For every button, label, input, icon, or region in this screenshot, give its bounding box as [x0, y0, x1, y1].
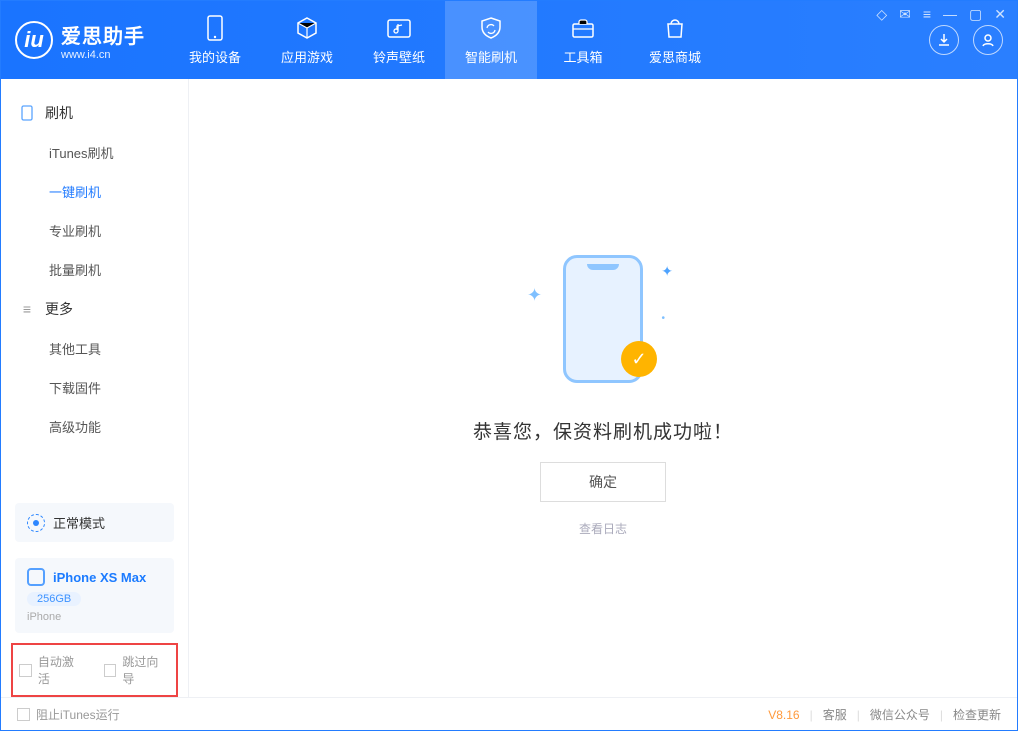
- mode-icon: [27, 514, 45, 532]
- sidebar-item-onekey[interactable]: 一键刷机: [1, 172, 188, 211]
- list-icon: ≡: [19, 301, 35, 317]
- tab-ringtone[interactable]: 铃声壁纸: [353, 1, 445, 79]
- tab-apps[interactable]: 应用游戏: [261, 1, 353, 79]
- menu-icon[interactable]: ≡: [923, 6, 931, 23]
- update-link[interactable]: 检查更新: [953, 706, 1001, 723]
- toolbox-icon: [570, 15, 596, 41]
- main-tabs: 我的设备 应用游戏 铃声壁纸 智能刷机 工具箱 爱思商城: [169, 1, 721, 79]
- success-illustration: ✦✦• ✓: [503, 239, 703, 399]
- window-controls: ◇ ✉ ≡ — ▢ ✕: [876, 6, 1006, 23]
- mode-card: 正常模式: [15, 503, 174, 542]
- success-message: 恭喜您，保资料刷机成功啦！: [473, 417, 733, 444]
- sidebar-section-flash: 刷机: [1, 93, 188, 133]
- phone-icon: [202, 15, 228, 41]
- checkbox-block-itunes[interactable]: 阻止iTunes运行: [17, 706, 120, 723]
- refresh-shield-icon: [478, 15, 504, 41]
- pin-icon[interactable]: ◇: [876, 6, 887, 23]
- support-link[interactable]: 客服: [823, 706, 847, 723]
- bag-icon: [662, 15, 688, 41]
- checkbox-skip-guide[interactable]: 跳过向导: [104, 653, 171, 687]
- music-folder-icon: [386, 15, 412, 41]
- mode-label: 正常模式: [53, 513, 105, 532]
- maximize-icon[interactable]: ▢: [969, 6, 982, 23]
- main-content: ✦✦• ✓ 恭喜您，保资料刷机成功啦！ 确定 查看日志: [189, 79, 1017, 697]
- sidebar-item-pro[interactable]: 专业刷机: [1, 211, 188, 250]
- checkbox-auto-activate[interactable]: 自动激活: [19, 653, 86, 687]
- device-small-icon: [19, 105, 35, 121]
- device-card[interactable]: iPhone XS Max 256GB iPhone: [15, 558, 174, 633]
- close-icon[interactable]: ✕: [994, 6, 1006, 23]
- sidebar-section-more: ≡ 更多: [1, 289, 188, 329]
- wechat-link[interactable]: 微信公众号: [870, 706, 930, 723]
- ok-button[interactable]: 确定: [540, 462, 666, 502]
- device-icon: [27, 568, 45, 586]
- sidebar-item-other[interactable]: 其他工具: [1, 329, 188, 368]
- logo-icon: iu: [15, 21, 53, 59]
- footer: 阻止iTunes运行 V8.16 | 客服 | 微信公众号 | 检查更新: [1, 697, 1017, 731]
- highlighted-options: 自动激活 跳过向导: [11, 643, 178, 697]
- sidebar-item-firmware[interactable]: 下载固件: [1, 368, 188, 407]
- app-subtitle: www.i4.cn: [61, 49, 145, 61]
- device-name: iPhone XS Max: [53, 570, 146, 585]
- tab-device[interactable]: 我的设备: [169, 1, 261, 79]
- sidebar-item-batch[interactable]: 批量刷机: [1, 250, 188, 289]
- header-right: [929, 25, 1003, 55]
- sidebar-item-advanced[interactable]: 高级功能: [1, 407, 188, 446]
- check-circle-icon: ✓: [621, 341, 657, 377]
- device-capacity: 256GB: [27, 592, 81, 606]
- tab-store[interactable]: 爱思商城: [629, 1, 721, 79]
- tab-tools[interactable]: 工具箱: [537, 1, 629, 79]
- logo: iu 爱思助手 www.i4.cn: [15, 20, 145, 61]
- header: iu 爱思助手 www.i4.cn 我的设备 应用游戏 铃声壁纸 智能刷机 工具…: [1, 1, 1017, 79]
- download-button[interactable]: [929, 25, 959, 55]
- version-label: V8.16: [768, 708, 799, 722]
- cube-icon: [294, 15, 320, 41]
- device-type: iPhone: [27, 611, 162, 623]
- app-title: 爱思助手: [61, 20, 145, 49]
- view-log-link[interactable]: 查看日志: [579, 520, 627, 537]
- minimize-icon[interactable]: —: [943, 6, 957, 23]
- user-button[interactable]: [973, 25, 1003, 55]
- sidebar-item-itunes[interactable]: iTunes刷机: [1, 133, 188, 172]
- feedback-icon[interactable]: ✉: [899, 6, 911, 23]
- sidebar: 刷机 iTunes刷机 一键刷机 专业刷机 批量刷机 ≡ 更多 其他工具 下载固…: [1, 79, 189, 697]
- tab-flash[interactable]: 智能刷机: [445, 1, 537, 79]
